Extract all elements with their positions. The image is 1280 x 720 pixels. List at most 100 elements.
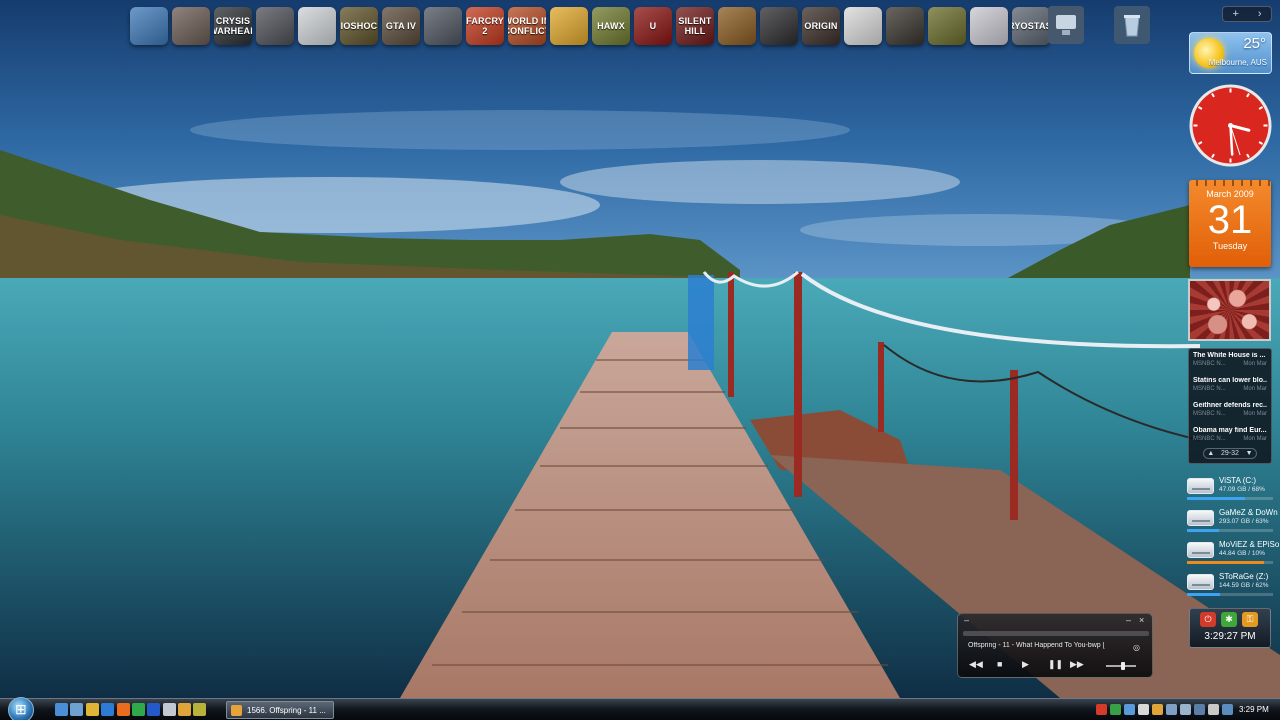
rewind-button[interactable]: ◀◀ [969, 659, 983, 670]
calendar-weekday: Tuesday [1212, 241, 1248, 251]
tray-icon-green[interactable] [1110, 704, 1121, 715]
tray-icon-shield[interactable] [1194, 704, 1205, 715]
race-icon[interactable] [718, 7, 756, 45]
knight-icon[interactable] [424, 7, 462, 45]
conflict-icon[interactable]: WORLD IN CONFLICT [508, 7, 546, 45]
news-prev-button[interactable]: ▲ [1207, 450, 1214, 457]
car-icon[interactable] [760, 7, 798, 45]
hawx-icon[interactable]: HAWX [592, 7, 630, 45]
seek-bar[interactable] [963, 631, 1149, 636]
desktop-wallpaper [0, 0, 1280, 720]
show-desktop-icon[interactable] [55, 703, 68, 716]
app-icon-blue[interactable] [147, 703, 160, 716]
weather-gadget[interactable]: 25° Melbourne, AUS [1189, 32, 1272, 74]
drive-meter[interactable]: MoViEZ & EPiSo 44.84 GB / 10% [1187, 538, 1279, 566]
game-launcher-dock: CRYSIS WARHEAD BIOSHOCK GTA IV FARCRY 2WORL… [130, 4, 1054, 48]
shutdown-gadget: ⏻ ✱ ⚿ 3:29:27 PM [1189, 608, 1271, 648]
app-icon-yellow[interactable] [193, 703, 206, 716]
drive-usage-bar [1187, 529, 1273, 532]
news-pager: ▲ 29-32 ▼ [1203, 448, 1257, 459]
tray-icon-orange[interactable] [1152, 704, 1163, 715]
drive-meter[interactable]: SToRaGe (Z:) 144.59 GB / 62% [1187, 570, 1275, 598]
dock-icon-label: FARCRY 2 [466, 16, 504, 36]
computer-icon[interactable] [130, 7, 168, 45]
stop-button[interactable]: ■ [997, 659, 1002, 669]
player-settings-icon[interactable]: ◎ [1133, 643, 1140, 652]
mirrors-edge-icon[interactable] [844, 7, 882, 45]
next-gadget-page-button[interactable]: › [1258, 8, 1262, 20]
forward-button[interactable]: ▶▶ [1070, 659, 1084, 670]
burnout-icon[interactable] [970, 7, 1008, 45]
drive-usage-fill [1187, 593, 1220, 596]
drive-meter[interactable]: ViSTA (C:) 47.09 GB / 68% [1187, 474, 1275, 502]
news-item[interactable]: The White House is ... MSNBC N... Mon Mar [1193, 352, 1267, 376]
drive-usage-fill [1187, 561, 1265, 564]
switch-windows-icon[interactable] [70, 703, 83, 716]
cryostasis-icon[interactable]: CRYOSTASIS [1012, 7, 1050, 45]
taskbar-clock[interactable]: 3:29 PM [1239, 705, 1269, 714]
task-offspring[interactable]: 1566. Offspring - 11 ... [226, 701, 334, 719]
news-item[interactable]: Statins can lower blo... MSNBC N... Mon Ma… [1193, 377, 1267, 401]
app-icon-green[interactable] [132, 703, 145, 716]
play-button[interactable]: ▶ [1022, 659, 1029, 670]
tray-icon-white[interactable] [1138, 704, 1149, 715]
silenthill-icon[interactable]: SILENT HILL [676, 7, 714, 45]
dock-icon-label: GTA IV [385, 21, 417, 31]
unreal-icon[interactable]: U [634, 7, 672, 45]
drive-usage-fill [1187, 497, 1246, 500]
news-date: Mon Mar [1243, 361, 1267, 367]
dock-icon-label: SILENT HILL [678, 16, 712, 36]
news-headline: Geithner defends rec... [1193, 402, 1267, 409]
ie-icon[interactable] [101, 703, 114, 716]
recycle-bin-icon[interactable] [1114, 6, 1150, 44]
volume-tray-icon[interactable] [1180, 704, 1191, 715]
tray-icon-red[interactable] [1096, 704, 1107, 715]
calendar-gadget[interactable]: March 2009 31 Tuesday [1189, 180, 1271, 267]
power-icon[interactable]: ⏻ [1200, 612, 1216, 627]
tray-icon-monitor[interactable] [1222, 704, 1233, 715]
news-source: MSNBC N... [1193, 411, 1226, 417]
network-tray-icon[interactable] [1166, 704, 1177, 715]
news-item[interactable]: Geithner defends rec... MSNBC N... Mon Mar [1193, 402, 1267, 426]
clock-gadget[interactable] [1188, 83, 1273, 168]
volume-slider[interactable] [1106, 662, 1136, 670]
pause-button[interactable]: ❚❚ [1048, 659, 1063, 670]
lock-icon[interactable]: ⚿ [1242, 612, 1258, 627]
farcry-icon[interactable]: FARCRY 2 [466, 7, 504, 45]
add-gadget-button[interactable]: + [1232, 8, 1238, 20]
restart-icon[interactable]: ✱ [1221, 612, 1237, 627]
crysis-icon[interactable]: CRYSIS WARHEAD [214, 7, 252, 45]
explorer-icon[interactable] [86, 703, 99, 716]
predator-icon[interactable] [172, 7, 210, 45]
network-icon[interactable] [1048, 6, 1084, 44]
bioshock-icon[interactable]: BIOSHOCK [340, 7, 378, 45]
weather-temperature: 25° [1243, 35, 1266, 52]
player-minimize-button[interactable]: – [1126, 615, 1131, 625]
news-headline: Obama may find Eur... [1193, 427, 1267, 434]
taskbar: 1566. Offspring - 11 ... 3:29 PM [0, 697, 1280, 720]
drive-usage: 144.59 GB / 62% [1219, 582, 1269, 589]
gta-icon[interactable]: GTA IV [382, 7, 420, 45]
winamp-icon[interactable] [178, 703, 191, 716]
app-icon-gray[interactable] [163, 703, 176, 716]
soldier-icon[interactable] [256, 7, 294, 45]
fallout-icon[interactable] [550, 7, 588, 45]
tray-icon-gray[interactable] [1208, 704, 1219, 715]
hard-drive-icon [1187, 574, 1214, 590]
tray-icon-blue[interactable] [1124, 704, 1135, 715]
slideshow-gadget[interactable] [1188, 279, 1271, 341]
news-headline: The White House is ... [1193, 352, 1266, 359]
firefox-icon[interactable] [117, 703, 130, 716]
winamp-task-icon [231, 704, 242, 716]
raceline-icon[interactable] [928, 7, 966, 45]
hard-drive-icon [1187, 510, 1214, 526]
assassin-icon[interactable] [298, 7, 336, 45]
drive-usage-fill [1187, 529, 1219, 532]
player-menu-button[interactable]: – [964, 615, 969, 625]
player-close-button[interactable]: × [1139, 615, 1144, 625]
start-button[interactable] [8, 697, 34, 720]
news-next-button[interactable]: ▼ [1246, 450, 1253, 457]
origin-icon[interactable]: ORIGIN [802, 7, 840, 45]
drive-meter[interactable]: GaMeZ & DoWn 293.07 GB / 63% [1187, 506, 1278, 534]
fear-icon[interactable] [886, 7, 924, 45]
